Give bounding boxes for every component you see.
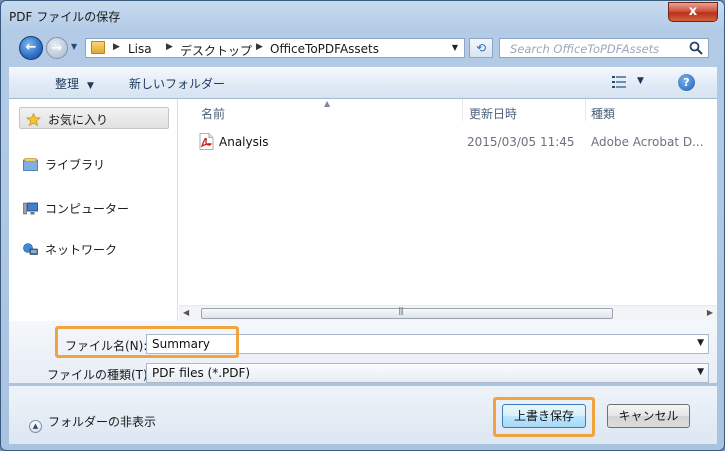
network-label: ネットワーク: [45, 243, 118, 257]
forward-arrow-icon[interactable]: →: [47, 38, 67, 58]
sidebar-item-computer[interactable]: コンピューター: [23, 200, 129, 217]
command-bar: 整理 ▼ 新しいフォルダー ▼ ?: [9, 67, 717, 99]
view-dropdown-icon[interactable]: ▼: [637, 76, 644, 86]
scroll-right-icon[interactable]: ▶: [707, 308, 713, 317]
save-dialog: PDF ファイルの保存 x ← → ▼ ▶ Lisa ▶ デスクトップ ▶ Of…: [0, 0, 725, 451]
favorites-label: お気に入り: [48, 113, 109, 127]
column-header-name[interactable]: 名前: [201, 105, 225, 122]
breadcrumb-arrow-icon[interactable]: ▶: [113, 42, 120, 52]
filename-dropdown-icon[interactable]: ▼: [697, 338, 704, 348]
back-arrow-icon[interactable]: ←: [20, 37, 42, 59]
chevron-up-icon: ▲: [29, 420, 42, 433]
organize-label: 整理: [55, 77, 80, 91]
refresh-button[interactable]: ⟲: [469, 38, 493, 58]
cancel-button[interactable]: キャンセル: [607, 404, 690, 428]
refresh-icon[interactable]: ⟲: [476, 41, 486, 55]
filetype-select[interactable]: PDF files (*.PDF) ▼: [146, 363, 709, 383]
library-label: ライブラリ: [45, 158, 106, 172]
column-divider[interactable]: [585, 99, 586, 121]
sort-ascending-icon: ▲: [324, 99, 331, 108]
scrollbar-thumb[interactable]: |||: [201, 306, 613, 319]
close-button[interactable]: x: [668, 2, 718, 22]
file-type: Adobe Acrobat D...: [591, 135, 704, 149]
hide-folders-label: フォルダーの非表示: [48, 415, 157, 429]
filetype-value[interactable]: PDF files (*.PDF): [152, 366, 250, 380]
file-list: 名前 ▲ 更新日時 種類 Analysis 2015/03/05 11:45 A…: [179, 99, 717, 321]
network-icon: [23, 243, 38, 255]
back-button[interactable]: ←: [19, 36, 43, 60]
view-options-icon[interactable]: [612, 76, 626, 88]
filetype-label: ファイルの種類(T):: [47, 368, 152, 382]
chevron-down-icon: ▼: [87, 81, 94, 91]
breadcrumb-arrow-icon[interactable]: ▶: [256, 42, 263, 52]
sidebar-item-favorites[interactable]: お気に入り: [19, 107, 169, 129]
navigation-bar: ← → ▼ ▶ Lisa ▶ デスクトップ ▶ OfficeToPDFAsset…: [9, 34, 717, 62]
scroll-left-icon[interactable]: ◀: [183, 308, 189, 317]
search-input[interactable]: Search OfficeToPDFAssets: [510, 42, 659, 56]
horizontal-scrollbar[interactable]: ◀ ||| ▶: [179, 305, 717, 321]
help-icon[interactable]: ?: [678, 74, 695, 91]
address-dropdown-icon[interactable]: ▼: [448, 41, 462, 55]
title-bar: PDF ファイルの保存 x: [1, 1, 724, 33]
table-row[interactable]: Analysis 2015/03/05 11:45 Adobe Acrobat …: [179, 133, 717, 151]
dialog-footer: ▲ フォルダーの非表示 上書き保存 キャンセル: [9, 386, 717, 444]
search-icon[interactable]: [688, 40, 704, 56]
history-dropdown-icon[interactable]: ▼: [71, 42, 77, 51]
navigation-pane: お気に入り ライブラリ コンピューター ネットワーク: [9, 99, 178, 321]
column-header-modified[interactable]: 更新日時: [469, 105, 517, 122]
browser-pane: お気に入り ライブラリ コンピューター ネットワーク 名前 ▲ 更新日時 種類: [9, 99, 717, 321]
close-icon[interactable]: x: [689, 4, 697, 19]
breadcrumb-arrow-icon[interactable]: ▶: [166, 42, 173, 52]
breadcrumb-folder[interactable]: OfficeToPDFAssets: [270, 42, 379, 56]
pdf-icon: [199, 133, 214, 150]
sidebar-item-network[interactable]: ネットワーク: [23, 241, 117, 258]
sidebar-item-label: お気に入り: [26, 111, 108, 128]
file-name: Analysis: [219, 135, 269, 149]
column-divider[interactable]: [462, 99, 463, 121]
search-box[interactable]: Search OfficeToPDFAssets: [499, 38, 709, 58]
file-modified: 2015/03/05 11:45: [467, 135, 575, 149]
organize-button[interactable]: 整理 ▼: [55, 75, 94, 92]
folder-icon: [91, 41, 105, 54]
computer-icon: [23, 202, 38, 215]
new-folder-button[interactable]: 新しいフォルダー: [129, 75, 225, 92]
library-icon: [23, 158, 38, 171]
save-highlight: [493, 397, 595, 437]
window-title: PDF ファイルの保存: [9, 10, 121, 24]
address-bar[interactable]: ▶ Lisa ▶ デスクトップ ▶ OfficeToPDFAssets ▼: [85, 38, 465, 58]
filetype-dropdown-icon[interactable]: ▼: [697, 367, 704, 377]
breadcrumb-lisa[interactable]: Lisa: [128, 42, 152, 56]
sidebar-item-library[interactable]: ライブラリ: [23, 156, 105, 173]
forward-button[interactable]: →: [46, 37, 68, 59]
computer-label: コンピューター: [45, 202, 130, 216]
column-header-type[interactable]: 種類: [591, 105, 615, 122]
grip-icon: |||: [398, 306, 404, 315]
breadcrumb-desktop[interactable]: デスクトップ: [180, 42, 252, 59]
filename-highlight: [55, 326, 239, 358]
hide-folders-button[interactable]: ▲ フォルダーの非表示: [29, 413, 156, 433]
star-icon: [26, 113, 41, 126]
